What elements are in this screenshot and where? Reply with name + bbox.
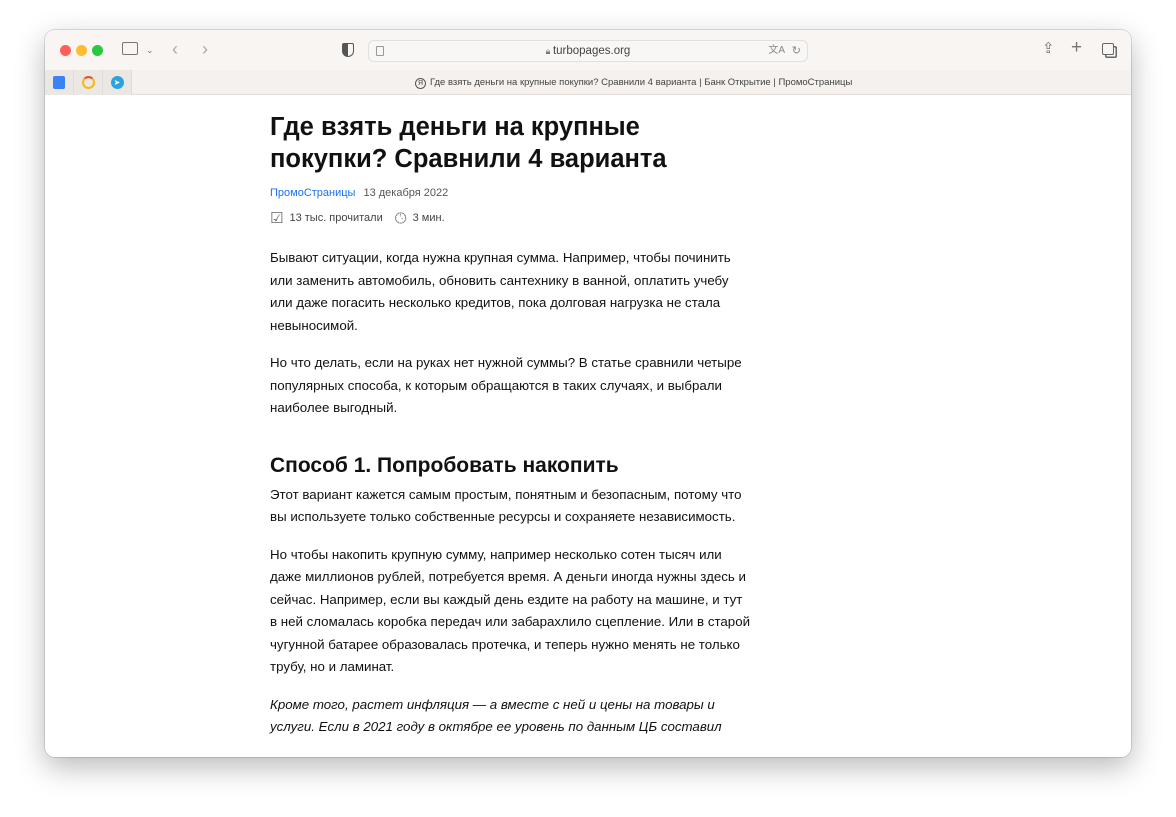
paragraph: Этот вариант кажется самым простым, поня… (270, 486, 742, 525)
translate-icon[interactable]: 文A (768, 41, 785, 61)
section-heading: Способ 1. Попробовать накопить (270, 453, 619, 477)
article: Где взять деньги на крупные покупки? Сра… (270, 111, 752, 754)
pinned-tab-telegram[interactable]: ➤ (103, 70, 132, 95)
browser-window: ⌄ ‹ › 🔒︎ turbopages.org 文A ↻ ⇪ + ➤ Я Где … (45, 30, 1131, 757)
sidebar-icon[interactable] (122, 42, 138, 55)
new-tab-icon[interactable]: + (1071, 38, 1082, 57)
paragraph: Но что делать, если на руках нет нужной … (270, 355, 742, 415)
reload-icon[interactable]: ↻ (792, 41, 801, 61)
forward-icon[interactable]: › (202, 40, 208, 58)
pinned-tab-music[interactable] (74, 70, 103, 95)
tab-bar: ➤ Я Где взять деньги на крупные покупки? … (45, 70, 1131, 95)
share-icon[interactable]: ⇪ (1042, 41, 1055, 57)
article-title: Где взять деньги на крупные покупки? Сра… (270, 113, 667, 173)
telegram-icon: ➤ (110, 76, 124, 89)
chevron-down-icon[interactable]: ⌄ (146, 42, 154, 58)
toolbar: ⌄ ‹ › 🔒︎ turbopages.org 文A ↻ ⇪ + (45, 30, 1131, 70)
reads-count: 13 тыс. прочитали (289, 212, 383, 224)
paragraph: Бывают ситуации, когда нужна крупная сум… (270, 250, 731, 333)
music-icon (81, 76, 95, 89)
url-text: turbopages.org (552, 45, 631, 57)
minimize-button[interactable] (76, 45, 87, 56)
page-content: Где взять деньги на крупные покупки? Сра… (45, 95, 1131, 757)
paragraph: Но чтобы накопить крупную сумму, наприме… (270, 546, 751, 675)
article-meta: ПромоСтраницы 13 декабря 2022 (270, 187, 752, 199)
docs-icon (53, 76, 65, 89)
paragraph: Кроме того, растет инфляция — а вместе с… (270, 696, 722, 735)
privacy-shield-icon[interactable] (342, 43, 354, 57)
reader-icon[interactable] (376, 46, 384, 56)
read-check-icon: ☑ (270, 210, 284, 227)
read-time: 3 мин. (412, 212, 445, 224)
article-stats: ☑ 13 тыс. прочитали 🕓︎ 3 мин. (270, 209, 752, 228)
lock-icon: 🔒︎ (545, 46, 553, 56)
zoom-button[interactable] (92, 45, 103, 56)
back-icon[interactable]: ‹ (172, 40, 178, 58)
close-button[interactable] (60, 45, 71, 56)
clock-icon: 🕓︎ (394, 209, 407, 227)
active-tab[interactable]: Я Где взять деньги на крупные покупки? Ср… (415, 70, 852, 95)
address-bar[interactable]: 🔒︎ turbopages.org 文A ↻ (368, 40, 808, 62)
pinned-tab-docs[interactable] (45, 70, 74, 95)
source-link[interactable]: ПромоСтраницы (270, 187, 355, 199)
yandex-icon: Я (415, 78, 426, 89)
tab-overview-icon[interactable] (1102, 43, 1114, 55)
publish-date: 13 декабря 2022 (363, 187, 449, 199)
tab-title: Где взять деньги на крупные покупки? Сра… (430, 77, 853, 88)
